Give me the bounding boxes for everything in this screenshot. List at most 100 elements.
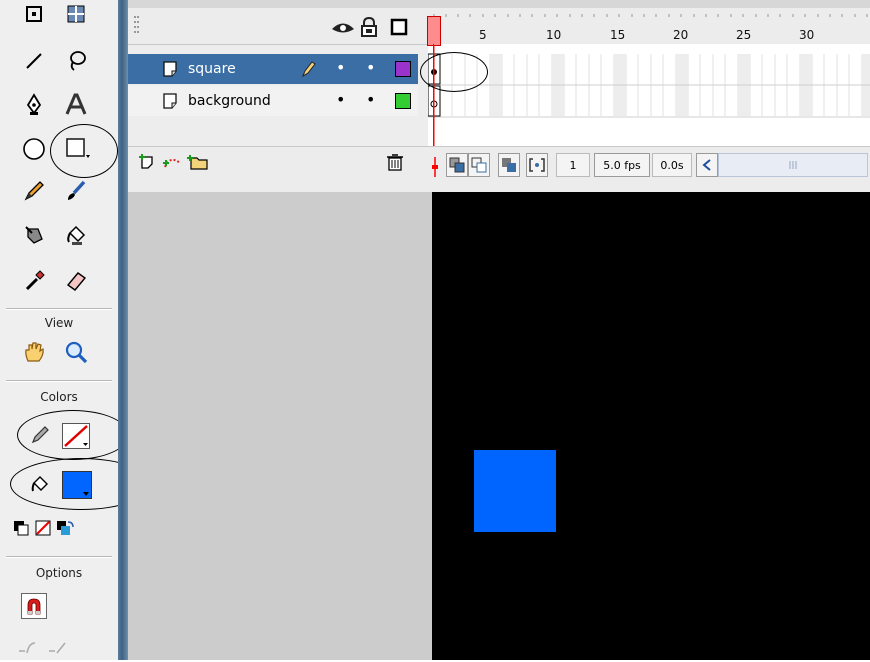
lasso-tool[interactable] — [60, 46, 92, 76]
layer-outline-color[interactable] — [395, 93, 411, 109]
smooth-option[interactable] — [14, 632, 42, 662]
onion-skin-button[interactable] — [446, 153, 468, 177]
current-frame-field[interactable]: 1 — [556, 153, 590, 177]
brush-icon — [68, 180, 86, 200]
line-tool[interactable] — [18, 46, 50, 76]
layer-name: background — [188, 93, 271, 109]
ink-bottle-tool[interactable] — [18, 220, 50, 250]
ruler-label: 30 — [799, 28, 815, 42]
delete-layer-icon[interactable] — [386, 152, 404, 172]
visible-dot[interactable]: • — [336, 58, 345, 77]
onion-markers-icon — [529, 158, 545, 172]
fill-color-swatch[interactable] — [62, 471, 92, 499]
pencil-stroke-icon — [31, 426, 49, 444]
ruler-label: 5 — [479, 28, 487, 42]
timeline-header: 1 5 10 15 20 25 30 — [128, 8, 870, 45]
horizontal-scrollbar-thumb[interactable] — [718, 153, 868, 177]
smooth-icon — [19, 642, 36, 654]
stroke-color-swatch[interactable] — [62, 423, 90, 449]
oval-tool[interactable] — [18, 134, 50, 164]
colors-label: Colors — [40, 390, 78, 404]
eye-icon[interactable] — [331, 20, 355, 36]
text-tool[interactable] — [60, 90, 92, 120]
panel-divider — [118, 0, 128, 660]
pencil-edit-icon — [301, 61, 316, 78]
oval-icon — [23, 138, 45, 160]
ruler-label: 10 — [546, 28, 562, 42]
playhead[interactable] — [427, 16, 441, 46]
brush-tool[interactable] — [60, 176, 92, 206]
pen-icon — [26, 93, 42, 115]
chevron-left-icon — [702, 159, 711, 171]
layer-row-square[interactable]: square • • — [128, 54, 418, 84]
swap-colors-icon — [57, 521, 74, 535]
edit-multiple-frames-icon — [502, 158, 516, 172]
frame-rate-field[interactable]: 5.0 fps — [594, 153, 650, 177]
frame-ruler[interactable]: 1 5 10 15 20 25 30 — [426, 8, 870, 44]
pen-tool[interactable] — [18, 90, 50, 120]
magnet-icon — [27, 598, 41, 615]
eraser-tool[interactable] — [60, 266, 92, 296]
zoom-tool[interactable] — [60, 338, 92, 368]
timeline-top-edge — [128, 0, 870, 8]
layer-icon — [163, 61, 177, 77]
playhead-line — [433, 44, 434, 146]
hand-tool[interactable] — [18, 338, 50, 368]
lock-dot[interactable]: • — [366, 58, 375, 77]
pasteboard — [128, 192, 432, 660]
straighten-option[interactable] — [44, 632, 72, 662]
add-folder-icon[interactable] — [186, 153, 210, 171]
layer-row-background[interactable]: background • • — [128, 86, 418, 116]
ruler-label: 20 — [673, 28, 689, 42]
gripper-icon — [134, 16, 139, 33]
no-color-small-icon — [35, 520, 51, 536]
snap-to-objects-button[interactable] — [21, 593, 47, 619]
elapsed-time-field[interactable]: 0.0s — [652, 153, 692, 177]
outline-icon[interactable] — [390, 18, 408, 36]
center-frame-icon — [432, 157, 438, 177]
stage[interactable] — [432, 192, 870, 660]
magnifier-icon — [65, 341, 88, 364]
rectangle-tool[interactable] — [62, 134, 94, 164]
layer-icon — [163, 93, 177, 109]
pencil-tool[interactable] — [18, 176, 50, 206]
stroke-color-icon-wrap — [28, 420, 52, 450]
rectangle-icon — [66, 138, 90, 158]
scroll-left-button[interactable] — [696, 153, 718, 177]
no-color-icon — [64, 425, 88, 447]
text-icon — [65, 93, 87, 115]
separator — [6, 556, 112, 558]
swap-colors-button[interactable] — [54, 513, 76, 543]
separator — [6, 308, 112, 310]
fill-transform-icon — [67, 5, 85, 23]
lock-icon[interactable] — [360, 17, 378, 37]
lasso-icon — [70, 51, 86, 71]
ruler-label: 15 — [610, 28, 626, 42]
dropdown-arrow-icon — [83, 492, 89, 496]
visible-dot[interactable]: • — [336, 90, 345, 109]
free-transform-tool[interactable] — [18, 0, 50, 30]
fill-transform-tool[interactable] — [60, 0, 92, 30]
pencil-icon — [24, 181, 44, 201]
paint-bucket-tool[interactable] — [60, 220, 92, 250]
scroll-grip-icon — [789, 161, 797, 169]
paint-bucket-fill-icon — [31, 476, 48, 492]
separator — [6, 380, 112, 382]
eyedropper-tool[interactable] — [18, 266, 50, 296]
blue-square-shape[interactable] — [474, 450, 556, 532]
onion-skin-outlines-button[interactable] — [468, 153, 490, 177]
hand-icon — [25, 342, 44, 362]
modify-onion-markers-button[interactable] — [526, 153, 548, 177]
no-color-button[interactable] — [32, 513, 54, 543]
add-layer-icon[interactable] — [138, 153, 160, 171]
frames-grid[interactable] — [428, 44, 870, 146]
default-colors-button[interactable] — [10, 513, 32, 543]
layer-outline-color[interactable] — [395, 61, 411, 77]
lock-dot[interactable]: • — [366, 90, 375, 109]
onion-skin-outlines-icon — [471, 157, 487, 173]
edit-multiple-frames-button[interactable] — [498, 153, 520, 177]
add-motion-guide-icon[interactable] — [162, 153, 184, 171]
line-icon — [26, 53, 42, 69]
timeline-panel: 1 5 10 15 20 25 30 square • • background… — [128, 0, 870, 193]
center-frame-button[interactable] — [430, 156, 440, 178]
